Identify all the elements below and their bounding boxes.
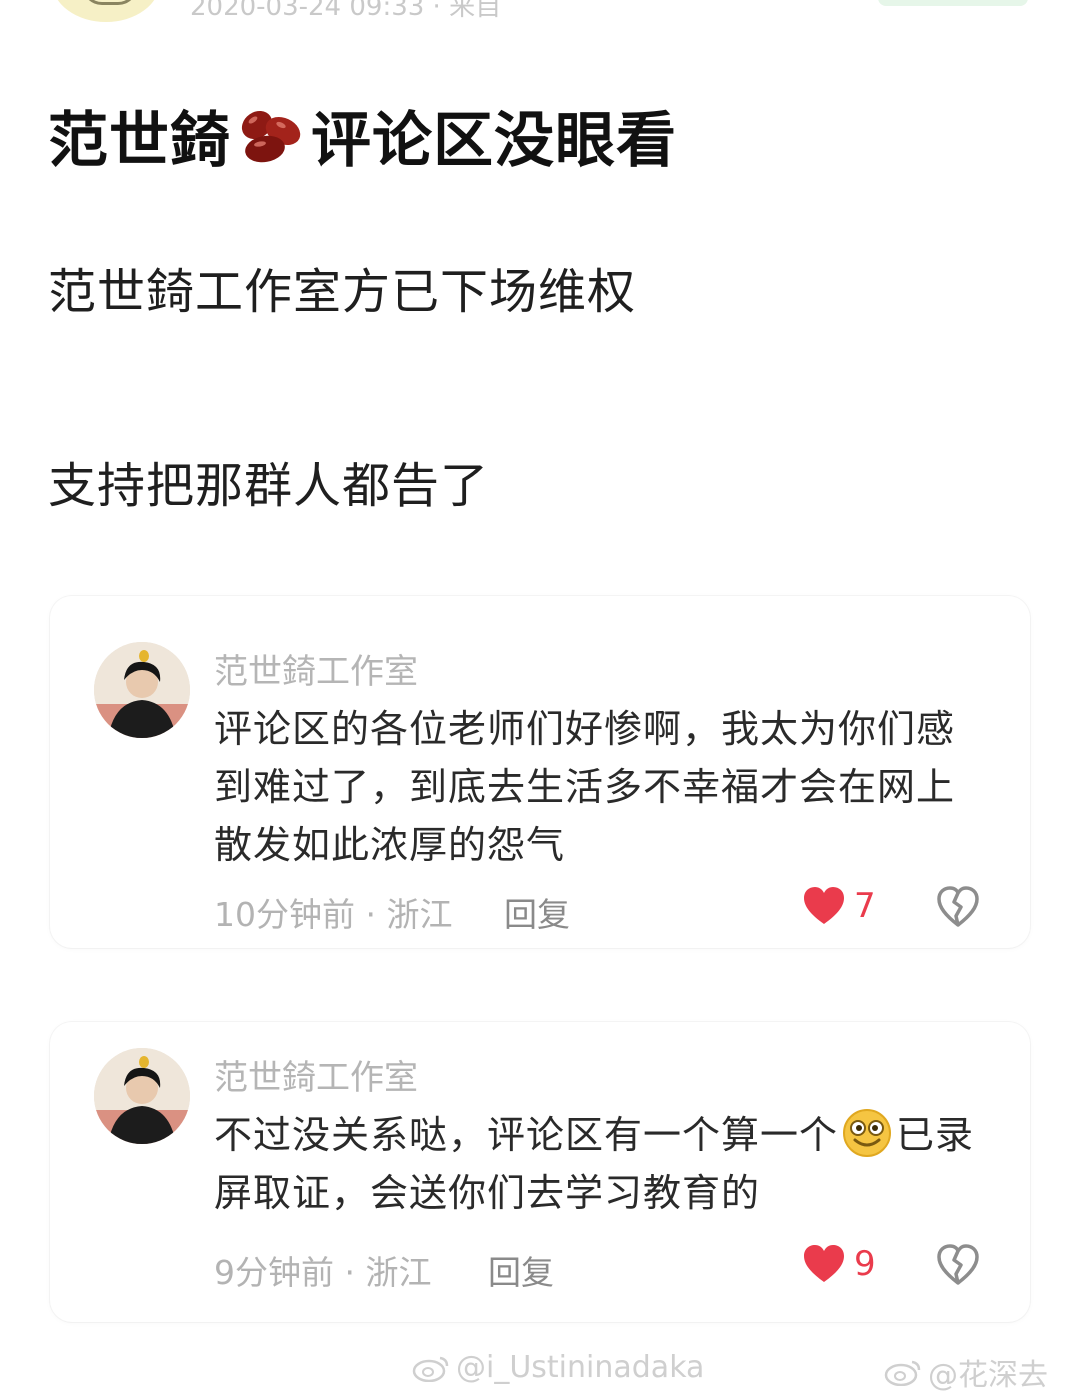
reply-button[interactable]: 回复	[504, 888, 570, 936]
comment-card: 范世錡工作室 不过没关系哒，评论区有一个算一个 已录屏取证，会送你们去学习教育的…	[50, 1022, 1030, 1322]
like-button[interactable]: 7	[802, 886, 876, 926]
broken-heart-icon[interactable]	[936, 886, 980, 928]
broken-heart-icon[interactable]	[936, 1244, 980, 1286]
avatar-photo	[94, 1048, 190, 1144]
post-title: 范世錡 评论区没眼看	[48, 92, 677, 179]
comment-text-part1: 不过没关系哒，评论区有一个算一个	[214, 1113, 839, 1157]
comment-time-location: 10分钟前 · 浙江	[214, 895, 453, 934]
post-title-part2: 评论区没眼看	[311, 106, 677, 176]
heart-icon	[804, 887, 844, 924]
watermark-text-1: @i_Ustininadaka	[456, 1350, 705, 1385]
comment-author[interactable]: 范世錡工作室	[214, 1050, 418, 1099]
reply-button[interactable]: 回复	[488, 1246, 554, 1294]
follow-button[interactable]	[878, 0, 1028, 6]
red-beans-icon	[241, 110, 301, 162]
like-count: 7	[854, 886, 876, 926]
weibo-icon	[884, 1360, 921, 1386]
watermark-text-2: @花深去	[928, 1358, 1048, 1393]
comment-card: 范世錡工作室 评论区的各位老师们好惨啊，我太为你们感到难过了，到底去生活多不幸福…	[50, 596, 1030, 948]
comment-time-location: 9分钟前 · 浙江	[214, 1253, 432, 1292]
avatar-photo	[94, 642, 190, 738]
comment-avatar[interactable]	[94, 642, 190, 738]
like-button[interactable]: 9	[802, 1244, 876, 1284]
comment-author[interactable]: 范世錡工作室	[214, 644, 418, 693]
comment-avatar[interactable]	[94, 1048, 190, 1144]
post-meta: 2020-03-24 09:33 · 来自	[190, 0, 502, 22]
top-avatar[interactable]	[52, 0, 160, 22]
smiley-emoji-icon	[843, 1109, 892, 1157]
watermark-2: @花深去	[884, 1350, 1048, 1394]
like-count: 9	[854, 1244, 876, 1284]
comment-text: 评论区的各位老师们好惨啊，我太为你们感到难过了，到底去生活多不幸福才会在网上散发…	[214, 707, 956, 867]
weibo-icon	[412, 1356, 449, 1382]
heart-icon	[804, 1245, 844, 1282]
post-title-part1: 范世錡	[48, 106, 231, 176]
post-body-line-2: 支持把那群人都告了	[48, 458, 490, 514]
watermark-1: @i_Ustininadaka	[412, 1350, 704, 1385]
post-body-line-1: 范世錡工作室方已下场维权	[48, 264, 637, 320]
comment-text: 不过没关系哒，评论区有一个算一个 已录屏取证，会送你们去学习教育的	[214, 1106, 984, 1222]
